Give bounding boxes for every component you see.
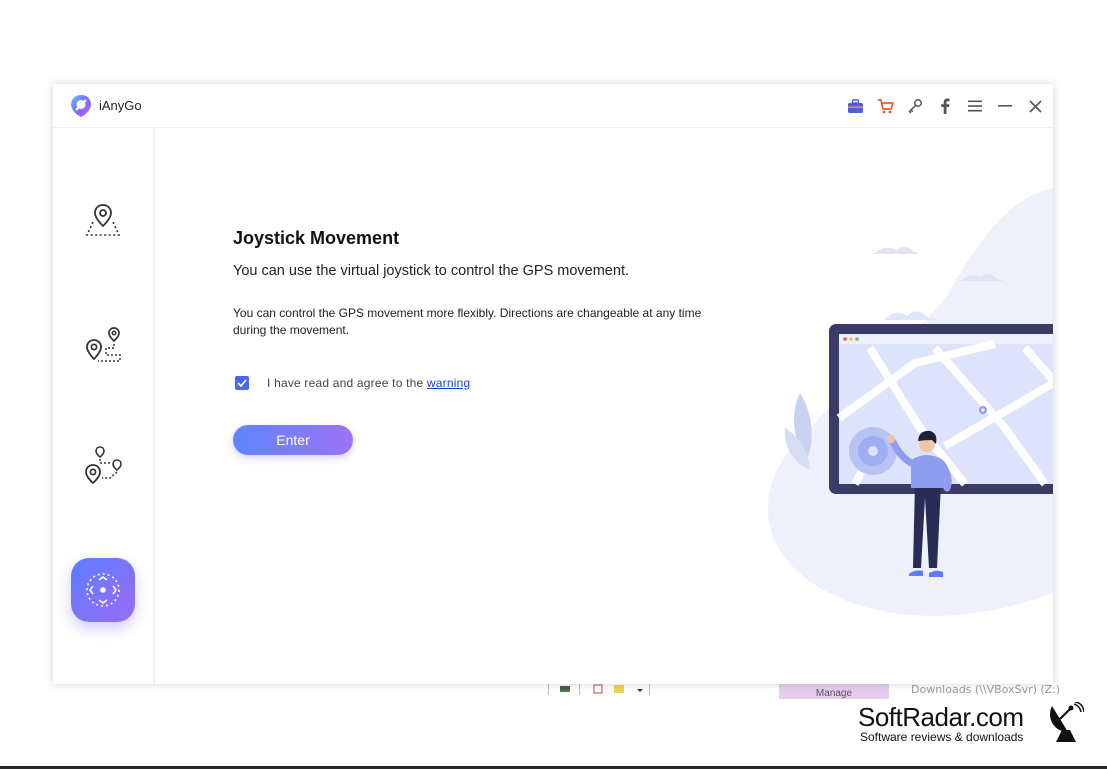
joystick-illustration <box>767 188 1053 616</box>
sidebar-item-single-spot[interactable] <box>78 320 128 370</box>
agree-label: I have read and agree to the warning <box>267 376 470 390</box>
close-icon <box>1028 99 1042 113</box>
dropdown-arrow-icon <box>637 689 643 692</box>
multi-spot-route-icon <box>85 446 122 485</box>
toolbox-button[interactable] <box>845 96 865 116</box>
sidebar-item-multi-spot[interactable] <box>78 440 128 490</box>
app-window: iAnyGo Joystick Movement You can use the… <box>53 84 1053 684</box>
facebook-icon <box>941 98 950 114</box>
satellite-dish-icon <box>1049 702 1084 742</box>
drive-icon <box>560 686 570 692</box>
joystick-icon <box>86 573 120 607</box>
menu-button[interactable] <box>965 96 985 116</box>
app-logo-icon <box>71 95 91 117</box>
two-spot-route-icon <box>86 327 121 362</box>
warning-link[interactable]: warning <box>427 376 470 390</box>
sidebar-item-change-location[interactable] <box>78 196 128 246</box>
watermark-subtitle: Software reviews & downloads <box>860 730 1024 744</box>
page-subtitle: You can use the virtual joystick to cont… <box>233 263 629 279</box>
enter-button[interactable]: Enter <box>233 425 353 455</box>
minimize-icon <box>998 105 1012 107</box>
facebook-button[interactable] <box>935 96 955 116</box>
checkbox-doc-icon <box>593 684 603 694</box>
sidebar <box>53 128 155 684</box>
key-icon <box>908 99 922 114</box>
sidebar-item-joystick[interactable] <box>71 558 135 622</box>
folder-icon <box>614 685 624 693</box>
register-key-button[interactable] <box>905 96 925 116</box>
checkmark-icon <box>237 379 247 387</box>
page-title: Joystick Movement <box>233 228 400 248</box>
downloads-drive-label: Downloads (\\VBoxSvr) (Z:) <box>911 683 1061 696</box>
agree-checkbox[interactable] <box>235 376 249 390</box>
manage-tab: Manage <box>779 683 889 699</box>
location-pin-area-icon <box>85 204 121 236</box>
toolbox-icon <box>847 98 863 113</box>
page-description: You can control the GPS movement more fl… <box>233 306 702 337</box>
cart-button[interactable] <box>875 96 895 116</box>
menu-icon <box>968 100 982 112</box>
main-content: Joystick Movement You can use the virtua… <box>155 128 1053 684</box>
titlebar: iAnyGo <box>53 84 1053 128</box>
watermark-title: SoftRadar.com <box>858 702 1024 732</box>
minimize-button[interactable] <box>995 96 1015 116</box>
cart-icon <box>877 99 894 114</box>
softradar-watermark: SoftRadar.com Software reviews & downloa… <box>858 702 1098 752</box>
app-name: iAnyGo <box>99 98 142 113</box>
close-button[interactable] <box>1025 96 1045 116</box>
agree-text: I have read and agree to the <box>267 376 427 390</box>
